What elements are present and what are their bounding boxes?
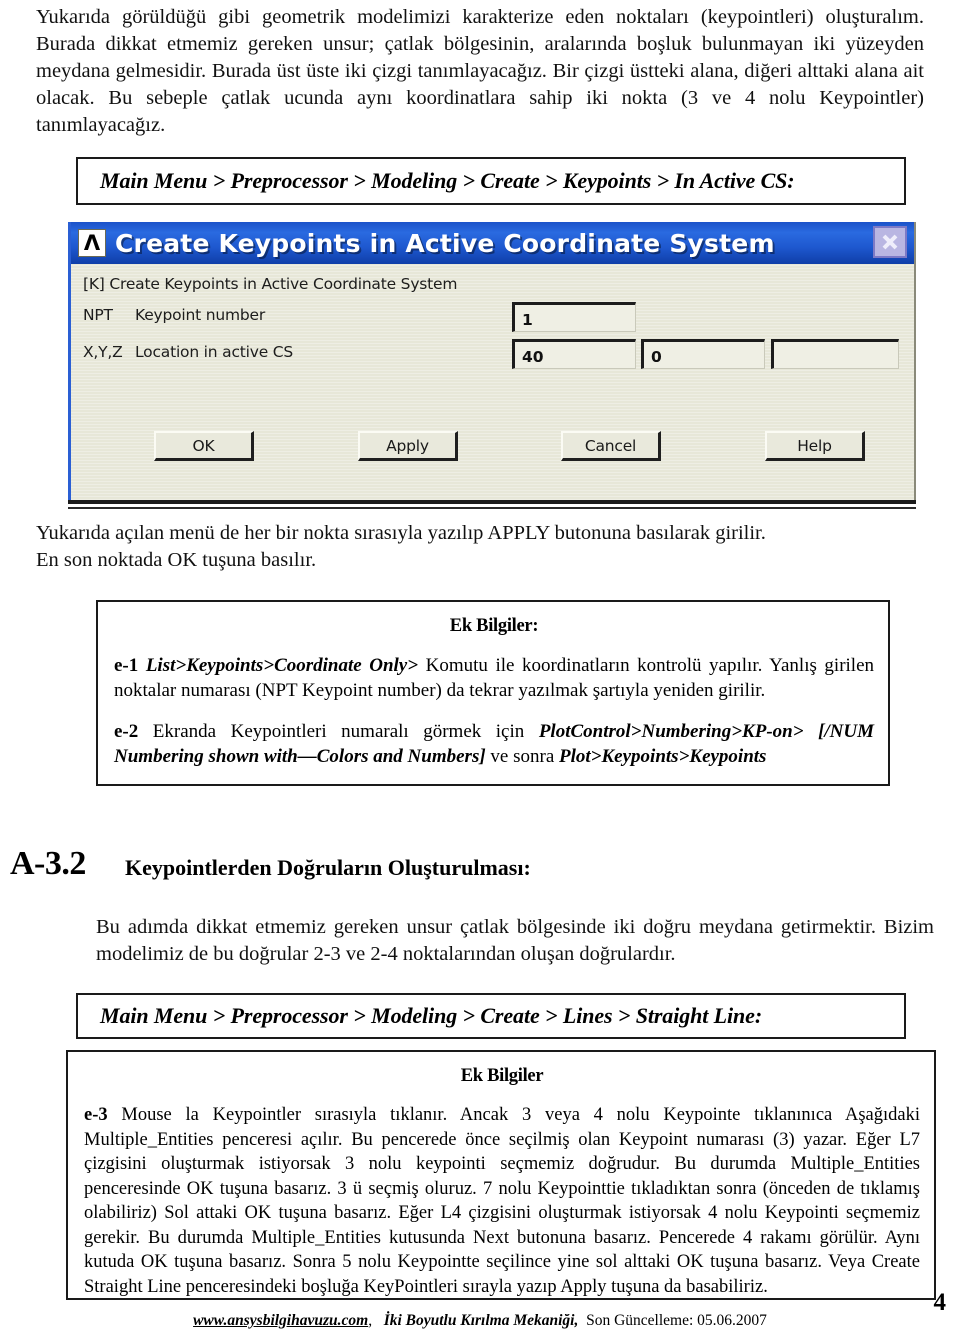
ansys-logo-icon: Λ <box>78 229 106 257</box>
info-item-e2: e-2 Ekranda Keypointleri numaralı görmek… <box>114 719 874 769</box>
keypoint-number-input[interactable]: 1 <box>512 302 636 332</box>
info-item-text: Mouse la Keypointler sırasıyla tıklanır.… <box>84 1105 920 1297</box>
footer-doc-title: İki Boyutlu Kırılma Mekaniği, <box>383 1312 579 1329</box>
ok-button[interactable]: OK <box>154 431 254 461</box>
after-dialog-line-1: Yukarıda açılan menü de her bir nokta sı… <box>36 522 766 544</box>
intro-paragraph: Yukarıda görüldüğü gibi geometrik modeli… <box>36 6 924 136</box>
info-item-e3: e-3 Mouse la Keypointler sırasıyla tıkla… <box>84 1103 920 1299</box>
menu-path-text-2: Main Menu > Preprocessor > Modeling > Cr… <box>100 1003 763 1028</box>
location-x-input[interactable]: 40 <box>512 339 636 369</box>
dialog-command-label: [K] Create Keypoints in Active Coordinat… <box>83 275 458 293</box>
info-item-emph-2: Plot>Keypoints>Keypoints <box>559 746 767 767</box>
close-icon[interactable] <box>873 226 907 258</box>
info-item-tag: e-2 <box>114 721 139 742</box>
info-box-keypoints: Ek Bilgiler: e-1 List>Keypoints>Coordina… <box>96 600 890 786</box>
info-box-title-2: Ek Bilgiler <box>460 1066 544 1086</box>
info-item-emph: List>Keypoints>Coordinate Only> <box>145 655 419 676</box>
dialog-body: [K] Create Keypoints in Active Coordinat… <box>71 264 914 500</box>
cancel-button[interactable]: Cancel <box>561 431 661 461</box>
footer-url[interactable]: www.ansysbilgihavuzu.com <box>193 1312 368 1329</box>
after-dialog-line-2: En son noktada OK tuşuna basılır. <box>36 549 317 571</box>
section-number: A-3.2 <box>10 845 86 882</box>
footer-updated: Son Güncelleme: 05.06.2007 <box>586 1312 767 1329</box>
footer-separator: , <box>368 1312 373 1329</box>
menu-path-box-lines: Main Menu > Preprocessor > Modeling > Cr… <box>76 993 906 1039</box>
location-y-input[interactable]: 0 <box>641 339 765 369</box>
dialog-titlebar[interactable]: Λ Create Keypoints in Active Coordinate … <box>71 222 914 264</box>
info-item-text: Ekranda Keypointleri numaralı görmek içi… <box>152 721 525 742</box>
field-label-location-in-active-cs: Location in active CS <box>135 343 294 361</box>
info-item-tag: e-3 <box>84 1105 108 1125</box>
info-item-tag: e-1 <box>114 655 139 676</box>
field-code-npt: NPT <box>83 306 113 324</box>
info-box-lines: Ek Bilgiler e-3 Mouse la Keypointler sır… <box>66 1050 936 1300</box>
info-item-text-2: ve sonra <box>490 746 555 767</box>
menu-path-text: Main Menu > Preprocessor > Modeling > Cr… <box>100 168 795 193</box>
menu-path-box-keypoints: Main Menu > Preprocessor > Modeling > Cr… <box>76 157 906 205</box>
section-paragraph: Bu adımda dikkat etmemiz gereken unsur ç… <box>96 916 934 965</box>
location-z-input[interactable] <box>771 339 899 369</box>
help-button[interactable]: Help <box>765 431 865 461</box>
info-box-title: Ek Bilgiler: <box>449 616 539 636</box>
field-code-xyz: X,Y,Z <box>83 343 123 361</box>
dialog-title: Create Keypoints in Active Coordinate Sy… <box>115 228 775 258</box>
info-item-e1: e-1 List>Keypoints>Coordinate Only> Komu… <box>114 653 874 703</box>
apply-button[interactable]: Apply <box>358 431 458 461</box>
create-keypoints-dialog: Λ Create Keypoints in Active Coordinate … <box>68 222 916 500</box>
field-label-keypoint-number: Keypoint number <box>135 306 266 324</box>
section-title: Keypointlerden Doğruların Oluşturulması: <box>125 855 531 880</box>
footer: www.ansysbilgihavuzu.com, İki Boyutlu Kı… <box>0 1312 960 1330</box>
